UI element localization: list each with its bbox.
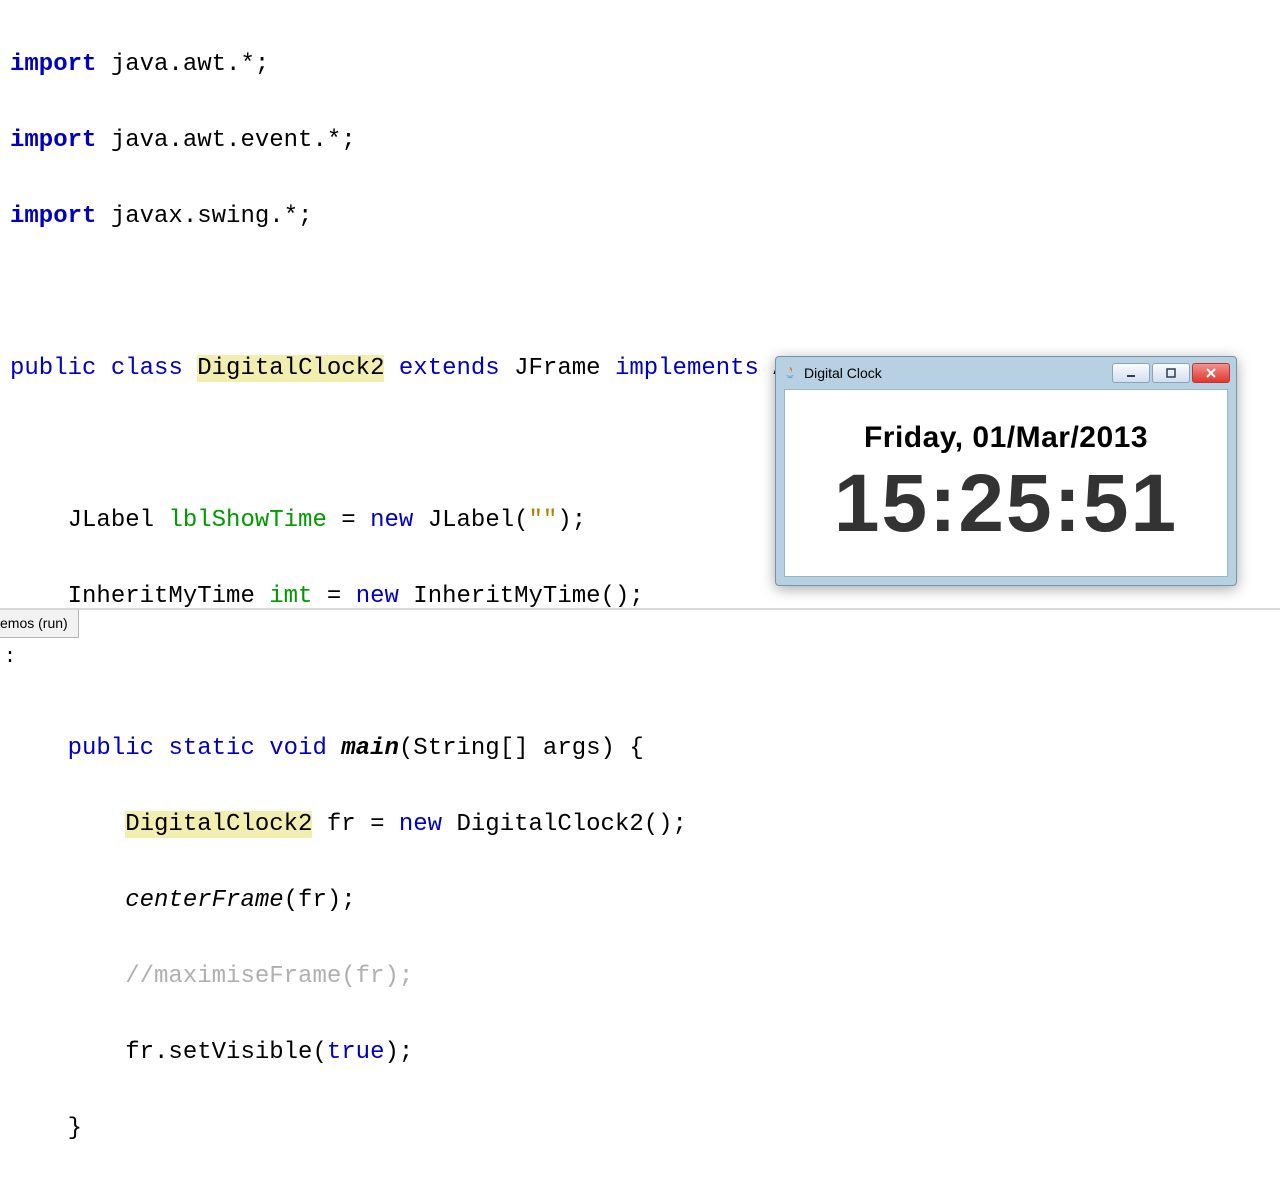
code-line: fr.setVisible(true);	[10, 1034, 1270, 1072]
code-line: }	[10, 1110, 1270, 1148]
output-tab[interactable]: emos (run)	[0, 610, 79, 638]
java-icon	[782, 365, 798, 381]
code-line: DigitalClock2 fr = new DigitalClock2();	[10, 806, 1270, 844]
digital-clock-window[interactable]: Digital Clock Friday, 01/Mar/2013 15:25:…	[775, 356, 1237, 586]
titlebar[interactable]: Digital Clock	[776, 357, 1236, 389]
code-line: import javax.swing.*;	[10, 198, 1270, 236]
minimize-button[interactable]	[1112, 363, 1150, 383]
date-label: Friday, 01/Mar/2013	[864, 421, 1148, 455]
class-name-highlight: DigitalClock2	[125, 811, 312, 838]
close-button[interactable]	[1192, 363, 1230, 383]
maximize-button[interactable]	[1152, 363, 1190, 383]
output-body: :	[0, 646, 16, 669]
code-line	[10, 274, 1270, 312]
code-line: import java.awt.*;	[10, 46, 1270, 84]
clock-client-area: Friday, 01/Mar/2013 15:25:51	[784, 389, 1228, 577]
output-panel: emos (run) :	[0, 608, 1280, 720]
time-label: 15:25:51	[834, 463, 1178, 545]
code-line: centerFrame(fr);	[10, 882, 1270, 920]
class-name-highlight: DigitalClock2	[197, 355, 384, 382]
window-buttons	[1110, 363, 1230, 383]
window-title: Digital Clock	[804, 365, 1110, 381]
code-line: //maximiseFrame(fr);	[10, 958, 1270, 996]
code-line: public static void main(String[] args) {	[10, 730, 1270, 768]
code-line: import java.awt.event.*;	[10, 122, 1270, 160]
